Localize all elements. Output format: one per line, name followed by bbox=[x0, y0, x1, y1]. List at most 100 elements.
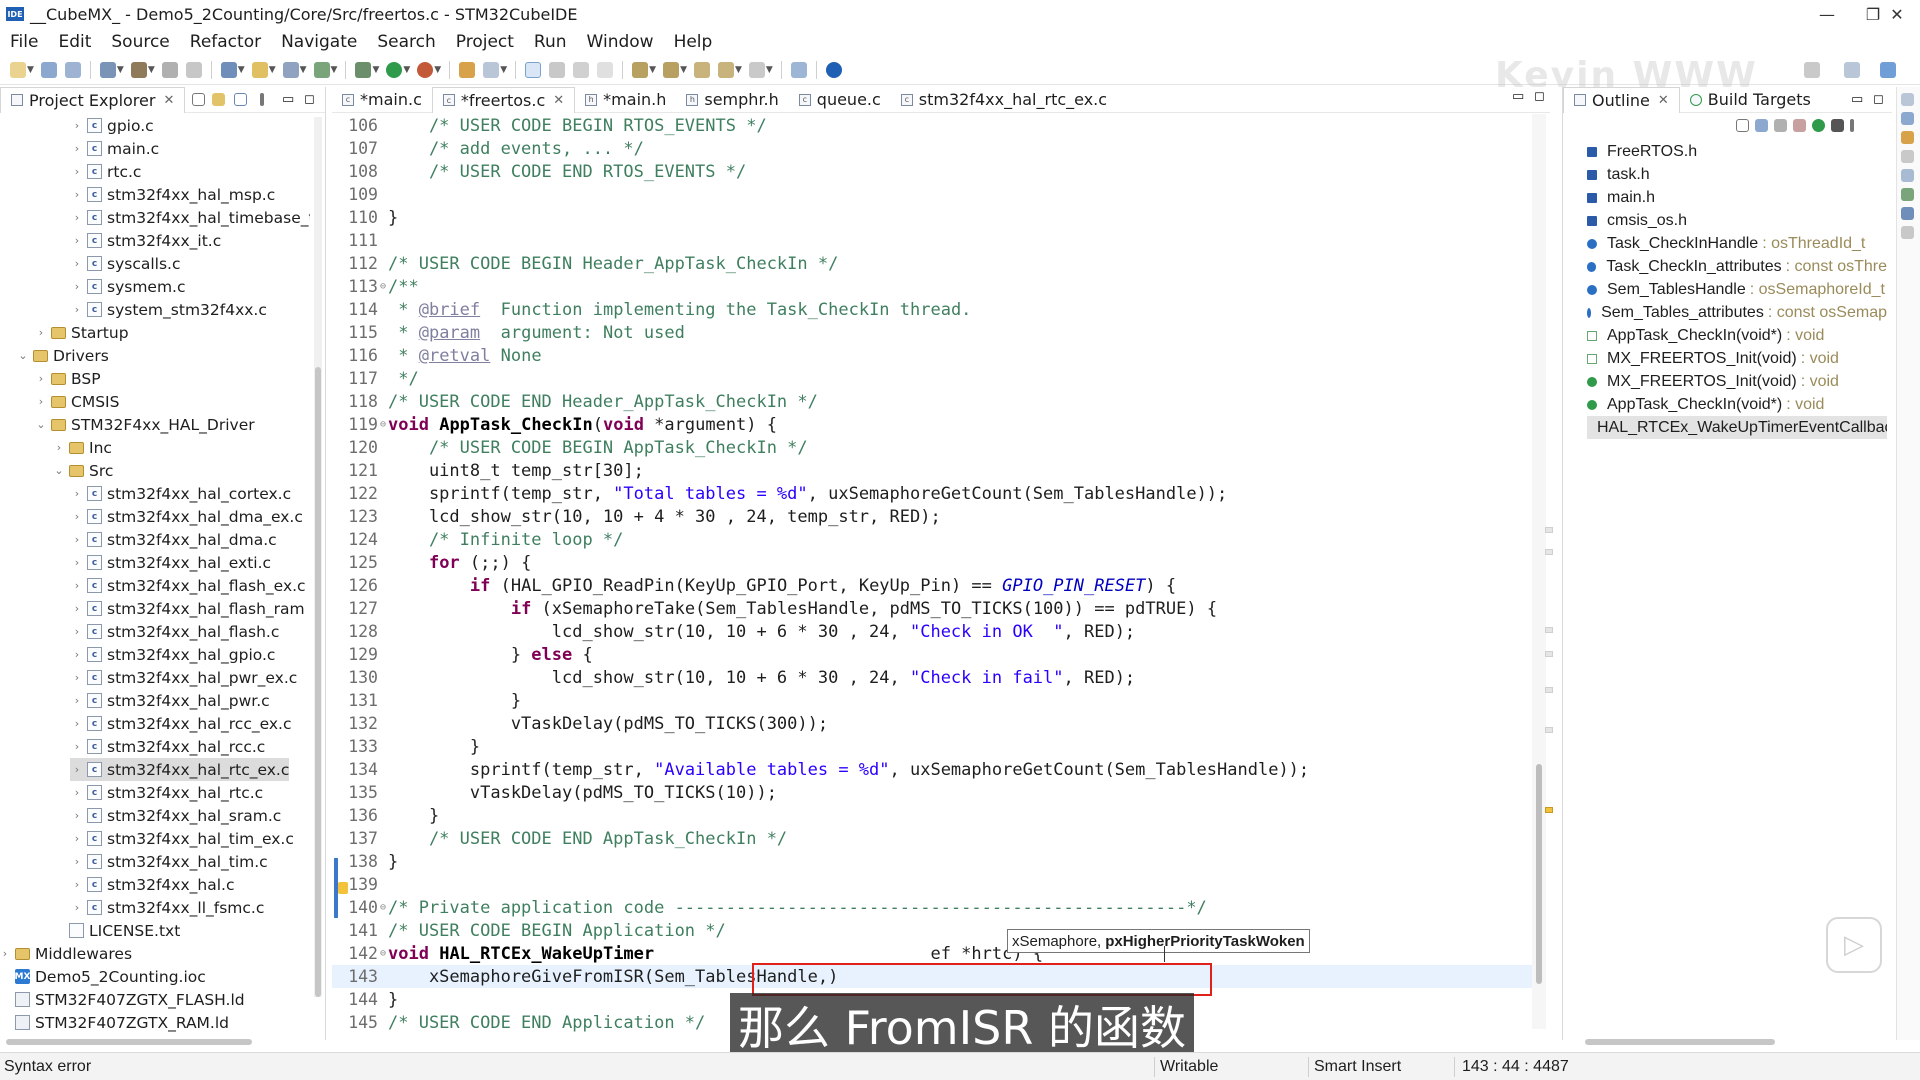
code-line[interactable]: 108 /* USER CODE END RTOS_EVENTS */ bbox=[332, 160, 1532, 183]
back-arrow-icon[interactable] bbox=[717, 61, 734, 78]
code-line[interactable]: 125 for (;;) { bbox=[332, 551, 1532, 574]
code-line[interactable]: 116 * @retval None bbox=[332, 344, 1532, 367]
tree-item[interactable]: › c stm32f4xx_it.c bbox=[70, 229, 221, 252]
tree-item[interactable]: › c stm32f4xx_hal_timebase_tir bbox=[70, 206, 310, 229]
view-menu-icon[interactable] bbox=[260, 93, 264, 106]
editor-tab[interactable]: c queue.c bbox=[789, 87, 891, 113]
tab-project-explorer[interactable]: Project Explorer ✕ bbox=[0, 86, 186, 113]
chevron-right-icon[interactable]: › bbox=[70, 165, 84, 178]
code-line[interactable]: 126 if (HAL_GPIO_ReadPin(KeyUp_GPIO_Port… bbox=[332, 574, 1532, 597]
chevron-right-icon[interactable]: › bbox=[70, 211, 84, 224]
code-area[interactable]: 106 /* USER CODE BEGIN RTOS_EVENTS */107… bbox=[332, 114, 1550, 1034]
tree-item[interactable]: › c stm32f4xx_hal_pwr_ex.c bbox=[70, 666, 298, 689]
chevron-down-icon[interactable]: ▼ bbox=[27, 65, 34, 75]
clean-icon[interactable] bbox=[161, 61, 178, 78]
chevron-down-icon[interactable]: ▼ bbox=[434, 65, 441, 75]
code-line[interactable]: 110} bbox=[332, 206, 1532, 229]
hide-fields-icon[interactable] bbox=[1774, 118, 1787, 132]
chevron-right-icon[interactable]: › bbox=[70, 901, 84, 914]
tree-item[interactable]: › c stm32f4xx_hal_rtc_ex.c bbox=[70, 758, 290, 781]
tree-item[interactable]: › c stm32f4xx_hal_dma.c bbox=[70, 528, 277, 551]
build-analyzer-icon[interactable] bbox=[1901, 207, 1914, 220]
outline-item[interactable]: AppTask_CheckIn(void*): void bbox=[1587, 393, 1887, 416]
chevron-right-icon[interactable]: › bbox=[70, 303, 84, 316]
tree-item[interactable]: › c rtc.c bbox=[70, 160, 142, 183]
chevron-right-icon[interactable]: › bbox=[34, 372, 48, 385]
chevron-down-icon[interactable]: ▼ bbox=[372, 65, 379, 75]
outline-item[interactable]: Task_CheckIn_attributes: const osThre bbox=[1587, 255, 1887, 278]
hide-static-icon[interactable] bbox=[1793, 118, 1806, 132]
toggle-highlight-icon[interactable] bbox=[525, 61, 542, 78]
code-line[interactable]: 135 vTaskDelay(pdMS_TO_TICKS(10)); bbox=[332, 781, 1532, 804]
open-folder-icon[interactable] bbox=[251, 61, 268, 78]
chevron-down-icon[interactable]: ▼ bbox=[300, 65, 307, 75]
code-line[interactable]: 114 * @brief Function implementing the T… bbox=[332, 298, 1532, 321]
overview-mark[interactable] bbox=[1545, 727, 1553, 733]
chevron-right-icon[interactable]: › bbox=[70, 878, 84, 891]
warning-overview-mark[interactable] bbox=[1545, 807, 1553, 813]
chevron-right-icon[interactable]: › bbox=[70, 809, 84, 822]
fold-toggle-icon[interactable]: ⊖ bbox=[378, 419, 388, 430]
fold-toggle-icon[interactable]: ⊖ bbox=[378, 281, 388, 292]
tree-item[interactable]: STM32F407ZGTX_FLASH.ld bbox=[0, 988, 245, 1011]
chevron-down-icon[interactable]: ▼ bbox=[238, 65, 245, 75]
code-line[interactable]: 128 lcd_show_str(10, 10 + 6 * 30 , 24, "… bbox=[332, 620, 1532, 643]
tree-item[interactable]: › c stm32f4xx_hal_msp.c bbox=[70, 183, 275, 206]
tree-item[interactable]: › c stm32f4xx_hal_dma_ex.c bbox=[70, 505, 303, 528]
explorer-horizontal-scrollbar[interactable] bbox=[6, 1039, 252, 1045]
tree-item[interactable]: › c stm32f4xx_hal_sram.c bbox=[70, 804, 281, 827]
chevron-down-icon[interactable]: ▼ bbox=[117, 65, 124, 75]
tree-item[interactable]: › c system_stm32f4xx.c bbox=[70, 298, 267, 321]
chevron-right-icon[interactable]: › bbox=[70, 257, 84, 270]
outline-item[interactable]: Sem_Tables_attributes: const osSemap bbox=[1587, 301, 1887, 324]
close-window-button[interactable]: ✕ bbox=[1874, 0, 1920, 28]
info-icon[interactable] bbox=[825, 61, 842, 78]
console-icon[interactable] bbox=[1901, 112, 1914, 125]
chevron-right-icon[interactable]: › bbox=[70, 234, 84, 247]
build-hammer-icon[interactable] bbox=[130, 61, 147, 78]
forward-arrow-icon[interactable] bbox=[748, 61, 765, 78]
code-line[interactable]: 118 /* USER CODE END Header_AppTask_Check… bbox=[332, 390, 1532, 413]
outline-item[interactable]: HAL_RTCEx_WakeUpTimerEventCallbac bbox=[1587, 416, 1887, 439]
warning-icon[interactable] bbox=[338, 882, 348, 894]
tree-item[interactable]: › c gpio.c bbox=[70, 114, 154, 137]
chevron-right-icon[interactable]: › bbox=[70, 740, 84, 753]
code-line[interactable]: 130 lcd_show_str(10, 10 + 6 * 30 , 24, "… bbox=[332, 666, 1532, 689]
code-line[interactable]: 106 /* USER CODE BEGIN RTOS_EVENTS */ bbox=[332, 114, 1532, 137]
minimize-button[interactable]: — bbox=[1804, 0, 1850, 28]
chevron-right-icon[interactable]: › bbox=[70, 832, 84, 845]
collapse-all-icon[interactable] bbox=[1736, 118, 1749, 132]
menu-project[interactable]: Project bbox=[446, 32, 524, 52]
perspective-icon[interactable] bbox=[1844, 61, 1860, 78]
settings-icon[interactable] bbox=[99, 61, 116, 78]
maximize-view-icon[interactable]: ◻ bbox=[1873, 92, 1884, 107]
menu-refactor[interactable]: Refactor bbox=[180, 32, 271, 52]
filter-icon[interactable] bbox=[234, 93, 247, 106]
chevron-right-icon[interactable]: › bbox=[70, 694, 84, 707]
open-type-icon[interactable] bbox=[459, 61, 476, 78]
collapse-all-icon[interactable] bbox=[192, 93, 205, 106]
code-line[interactable]: 117 */ bbox=[332, 367, 1532, 390]
outline-item[interactable]: Sem_TablesHandle: osSemaphoreId_t bbox=[1587, 278, 1887, 301]
chevron-right-icon[interactable]: › bbox=[70, 602, 84, 615]
tree-item[interactable]: › Middlewares bbox=[0, 942, 132, 965]
chevron-right-icon[interactable]: › bbox=[70, 717, 84, 730]
code-line[interactable]: 139 bbox=[332, 873, 1532, 896]
menu-search[interactable]: Search bbox=[367, 32, 445, 52]
code-line[interactable]: 120 /* USER CODE BEGIN AppTask_CheckIn *… bbox=[332, 436, 1532, 459]
properties-icon[interactable] bbox=[1901, 150, 1914, 163]
chevron-down-icon[interactable]: ⌄ bbox=[16, 349, 30, 362]
new-class-icon[interactable] bbox=[313, 61, 330, 78]
video-play-button[interactable]: ▷ bbox=[1826, 917, 1882, 973]
chevron-down-icon[interactable]: ▼ bbox=[500, 65, 507, 75]
menu-edit[interactable]: Edit bbox=[48, 32, 101, 52]
tree-item[interactable]: › c sysmem.c bbox=[70, 275, 186, 298]
code-line[interactable]: 129 } else { bbox=[332, 643, 1532, 666]
last-edit-icon[interactable] bbox=[693, 61, 710, 78]
tree-item[interactable]: › c stm32f4xx_hal_rcc_ex.c bbox=[70, 712, 292, 735]
chevron-down-icon[interactable]: ▼ bbox=[735, 65, 742, 75]
chevron-right-icon[interactable]: › bbox=[52, 441, 66, 454]
pin-editor-icon[interactable] bbox=[790, 61, 807, 78]
tree-item[interactable]: › c stm32f4xx_hal_cortex.c bbox=[70, 482, 291, 505]
code-line[interactable]: 112 /* USER CODE BEGIN Header_AppTask_Che… bbox=[332, 252, 1532, 275]
